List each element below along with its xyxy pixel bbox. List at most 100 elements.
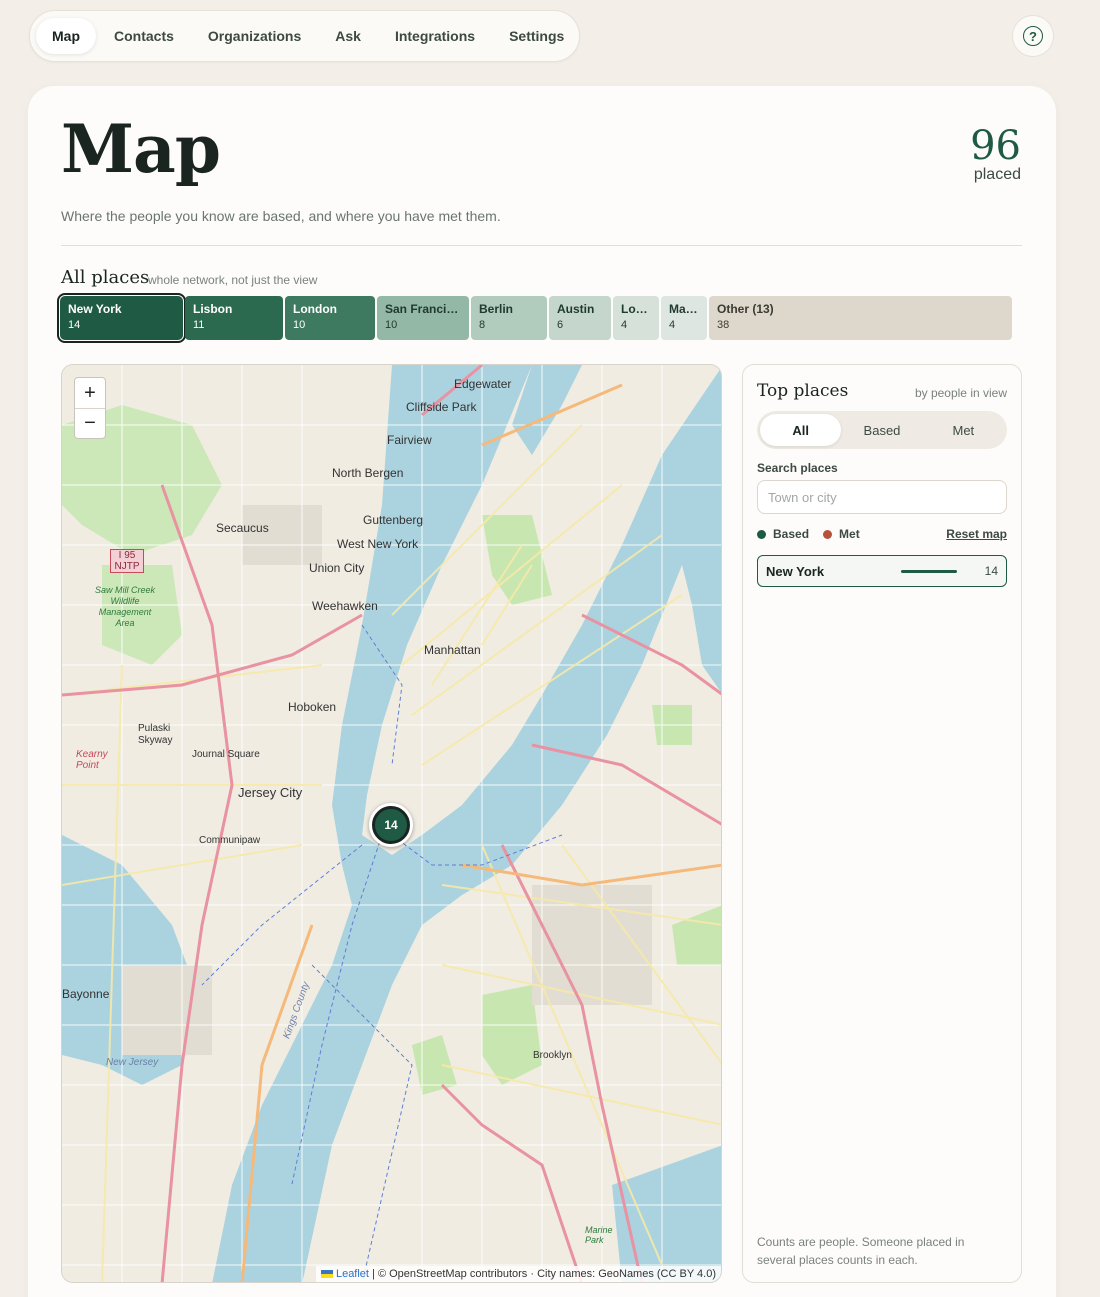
reset-map-link[interactable]: Reset map	[946, 527, 1007, 541]
map-label-fairview: Fairview	[387, 433, 432, 447]
zoom-control: + −	[74, 377, 106, 439]
map-label-bayonne: Bayonne	[62, 987, 110, 1001]
map-label-journal-square: Journal Square	[192, 749, 260, 760]
map-attribution: Leaflet | © OpenStreetMap contributors ·…	[315, 1266, 721, 1282]
place-chip-name: Other (13)	[717, 302, 774, 316]
leaflet-link[interactable]: Leaflet	[336, 1268, 369, 1280]
nav-ask[interactable]: Ask	[319, 18, 377, 54]
top-place-bar	[900, 569, 957, 573]
panel-title: Top places	[757, 381, 849, 401]
place-chip-count: 4	[669, 319, 676, 331]
cluster-count: 14	[384, 818, 398, 832]
nav-settings[interactable]: Settings	[493, 18, 580, 54]
place-chip-name: Madrid	[669, 302, 699, 316]
map-label-guttenberg: Guttenberg	[363, 513, 424, 527]
all-places-note: whole network, not just the view	[148, 273, 318, 287]
page-title: Map	[61, 110, 221, 188]
place-chip-count: 10	[293, 319, 306, 331]
map-label-i95-shield: I 95 NJTP	[110, 549, 144, 573]
map-label-secaucus: Secaucus	[216, 521, 269, 535]
top-place-count: 14	[984, 564, 998, 578]
segment-met[interactable]: Met	[923, 414, 1004, 446]
place-chip-count: 8	[479, 319, 486, 331]
place-chip-name: London	[293, 302, 337, 316]
place-chip-berlin[interactable]: Berlin 8	[471, 296, 547, 340]
met-dot-icon	[823, 529, 833, 539]
nav-organizations[interactable]: Organizations	[192, 18, 317, 54]
place-chip-lisbon[interactable]: Lisbon 11	[185, 296, 283, 340]
top-place-name: New York	[766, 563, 825, 579]
cluster-marker-ring: 14	[372, 806, 410, 844]
place-chip-san-francisco[interactable]: San Francisco 10	[377, 296, 469, 340]
all-places-title: All places	[61, 267, 150, 288]
map-label-manhattan: Manhattan	[424, 643, 481, 657]
top-nav: Map Contacts Organizations Ask Integrati…	[29, 10, 580, 62]
zoom-out-button[interactable]: −	[75, 408, 105, 438]
place-chip-count: 4	[621, 319, 628, 331]
map-label-pulaski-skyway: Pulaski Skyway	[138, 723, 173, 746]
segment-all[interactable]: All	[760, 414, 842, 446]
place-chip-new-york[interactable]: New York 14	[57, 293, 186, 343]
top-places-panel: Top places by people in view All Based M…	[742, 364, 1022, 1283]
place-chip-other[interactable]: Other (13) 38	[709, 296, 1012, 340]
place-chip-count: 11	[193, 319, 205, 331]
legend-based-label: Based	[773, 527, 810, 541]
places-strip: New York 14 Lisbon 11 London 10 San Fran…	[57, 293, 1012, 343]
cluster-marker[interactable]: 14	[369, 803, 413, 847]
question-circle-icon: ?	[1023, 26, 1043, 46]
nav-contacts[interactable]: Contacts	[98, 18, 190, 54]
place-chip-name: Los Angeles	[621, 302, 651, 316]
place-chip-los-angeles[interactable]: Los Angeles 4	[613, 296, 659, 340]
place-chip-london[interactable]: London 10	[285, 296, 375, 340]
map-page-card: Map 96 placed Where the people you know …	[28, 86, 1056, 1297]
place-chip-name: Lisbon	[193, 302, 233, 316]
map-label-edgewater: Edgewater	[454, 377, 512, 391]
map-label-saw-mill-creek: Saw Mill Creek Wildlife Management Area	[94, 585, 155, 628]
nav-map[interactable]: Map	[36, 18, 96, 54]
placed-count: 96	[970, 123, 1021, 169]
place-chip-count: 10	[385, 319, 398, 331]
map-label-cliffside-park: Cliffside Park	[406, 400, 477, 414]
place-chip-name: Berlin	[479, 302, 514, 316]
search-places-input[interactable]	[757, 480, 1007, 514]
nav-integrations[interactable]: Integrations	[379, 18, 491, 54]
page-subtitle: Where the people you know are based, and…	[61, 208, 501, 224]
panel-footnote: Counts are people. Someone placed in sev…	[757, 1235, 965, 1267]
place-chip-madrid[interactable]: Madrid 4	[661, 296, 707, 340]
legend: Based Met Reset map	[757, 525, 1007, 543]
divider	[61, 245, 1022, 246]
map-label-union-city: Union City	[309, 561, 365, 575]
place-chip-name: New York	[68, 302, 122, 316]
help-button[interactable]: ?	[1012, 15, 1054, 57]
zoom-in-button[interactable]: +	[75, 378, 105, 408]
segment-based[interactable]: Based	[841, 414, 922, 446]
place-chip-count: 38	[717, 319, 730, 331]
map-label-weehawken: Weehawken	[312, 599, 378, 613]
attribution-text: | © OpenStreetMap contributors · City na…	[372, 1268, 716, 1280]
place-chip-count: 14	[68, 319, 81, 331]
place-chip-name: Austin	[557, 302, 595, 316]
place-chip-austin[interactable]: Austin 6	[549, 296, 611, 340]
map-label-new-jersey: New Jersey	[106, 1057, 159, 1068]
map-label-brooklyn: Brooklyn	[533, 1050, 572, 1061]
top-place-row[interactable]: New York 14	[757, 555, 1007, 587]
map-label-kearny-point: Kearny Point	[76, 749, 108, 771]
map-label-jersey-city: Jersey City	[238, 785, 303, 800]
search-places-label: Search places	[757, 461, 838, 475]
placed-label: placed	[973, 166, 1021, 183]
map-label-communipaw: Communipaw	[199, 835, 261, 846]
map-label-north-bergen: North Bergen	[332, 466, 404, 480]
filter-segmented-control: All Based Met	[757, 411, 1007, 449]
panel-note: by people in view	[914, 386, 1007, 400]
place-chip-count: 6	[557, 319, 564, 331]
legend-based: Based	[757, 527, 809, 541]
place-chip-name: San Francisco	[385, 302, 461, 316]
based-dot-icon	[757, 529, 766, 539]
map-label-marine-park: Marine Park	[585, 1225, 613, 1245]
map-label-hoboken: Hoboken	[288, 700, 337, 714]
legend-met-label: Met	[839, 527, 860, 541]
map-view[interactable]: Edgewater Cliffside Park Fairview North …	[61, 364, 722, 1283]
legend-met: Met	[823, 527, 860, 541]
map-label-west-new-york: West New York	[337, 537, 419, 551]
ukraine-flag-icon	[320, 1270, 333, 1279]
